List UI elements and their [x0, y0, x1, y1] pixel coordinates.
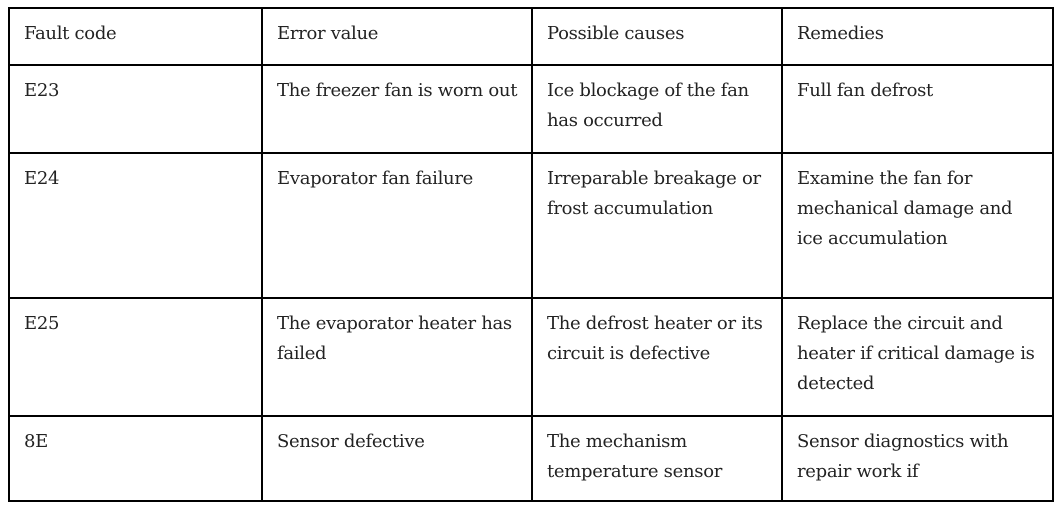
table-header-row: Fault code Error value Possible causes R… [8, 7, 1054, 66]
fault-code-cell: E24 [8, 152, 263, 299]
header-possible-causes: Possible causes [531, 7, 783, 66]
fault-code-table: Fault code Error value Possible causes R… [8, 7, 1054, 502]
remedies-cell: Sensor diagnostics with repair work if [781, 415, 1054, 502]
header-remedies: Remedies [781, 7, 1054, 66]
table-row: 8E Sensor defective The mechanism temper… [8, 415, 1054, 502]
error-value-cell: Sensor defective [261, 415, 533, 502]
error-value-cell: The freezer fan is worn out [261, 64, 533, 154]
fault-code-cell: E23 [8, 64, 263, 154]
remedies-cell: Replace the circuit and heater if critic… [781, 297, 1054, 417]
possible-causes-cell: Ice blockage of the fan has occurred [531, 64, 783, 154]
header-error-value: Error value [261, 7, 533, 66]
possible-causes-cell: The mechanism temperature sensor [531, 415, 783, 502]
error-value-cell: The evaporator heater has failed [261, 297, 533, 417]
possible-causes-cell: Irreparable breakage or frost accumulati… [531, 152, 783, 299]
remedies-cell: Full fan defrost [781, 64, 1054, 154]
table-row: E24 Evaporator fan failure Irreparable b… [8, 152, 1054, 299]
fault-code-cell: E25 [8, 297, 263, 417]
fault-code-cell: 8E [8, 415, 263, 502]
error-value-cell: Evaporator fan failure [261, 152, 533, 299]
table-row: E25 The evaporator heater has failed The… [8, 297, 1054, 417]
table-row: E23 The freezer fan is worn out Ice bloc… [8, 64, 1054, 154]
header-fault-code: Fault code [8, 7, 263, 66]
possible-causes-cell: The defrost heater or its circuit is def… [531, 297, 783, 417]
remedies-cell: Examine the fan for mechanical damage an… [781, 152, 1054, 299]
